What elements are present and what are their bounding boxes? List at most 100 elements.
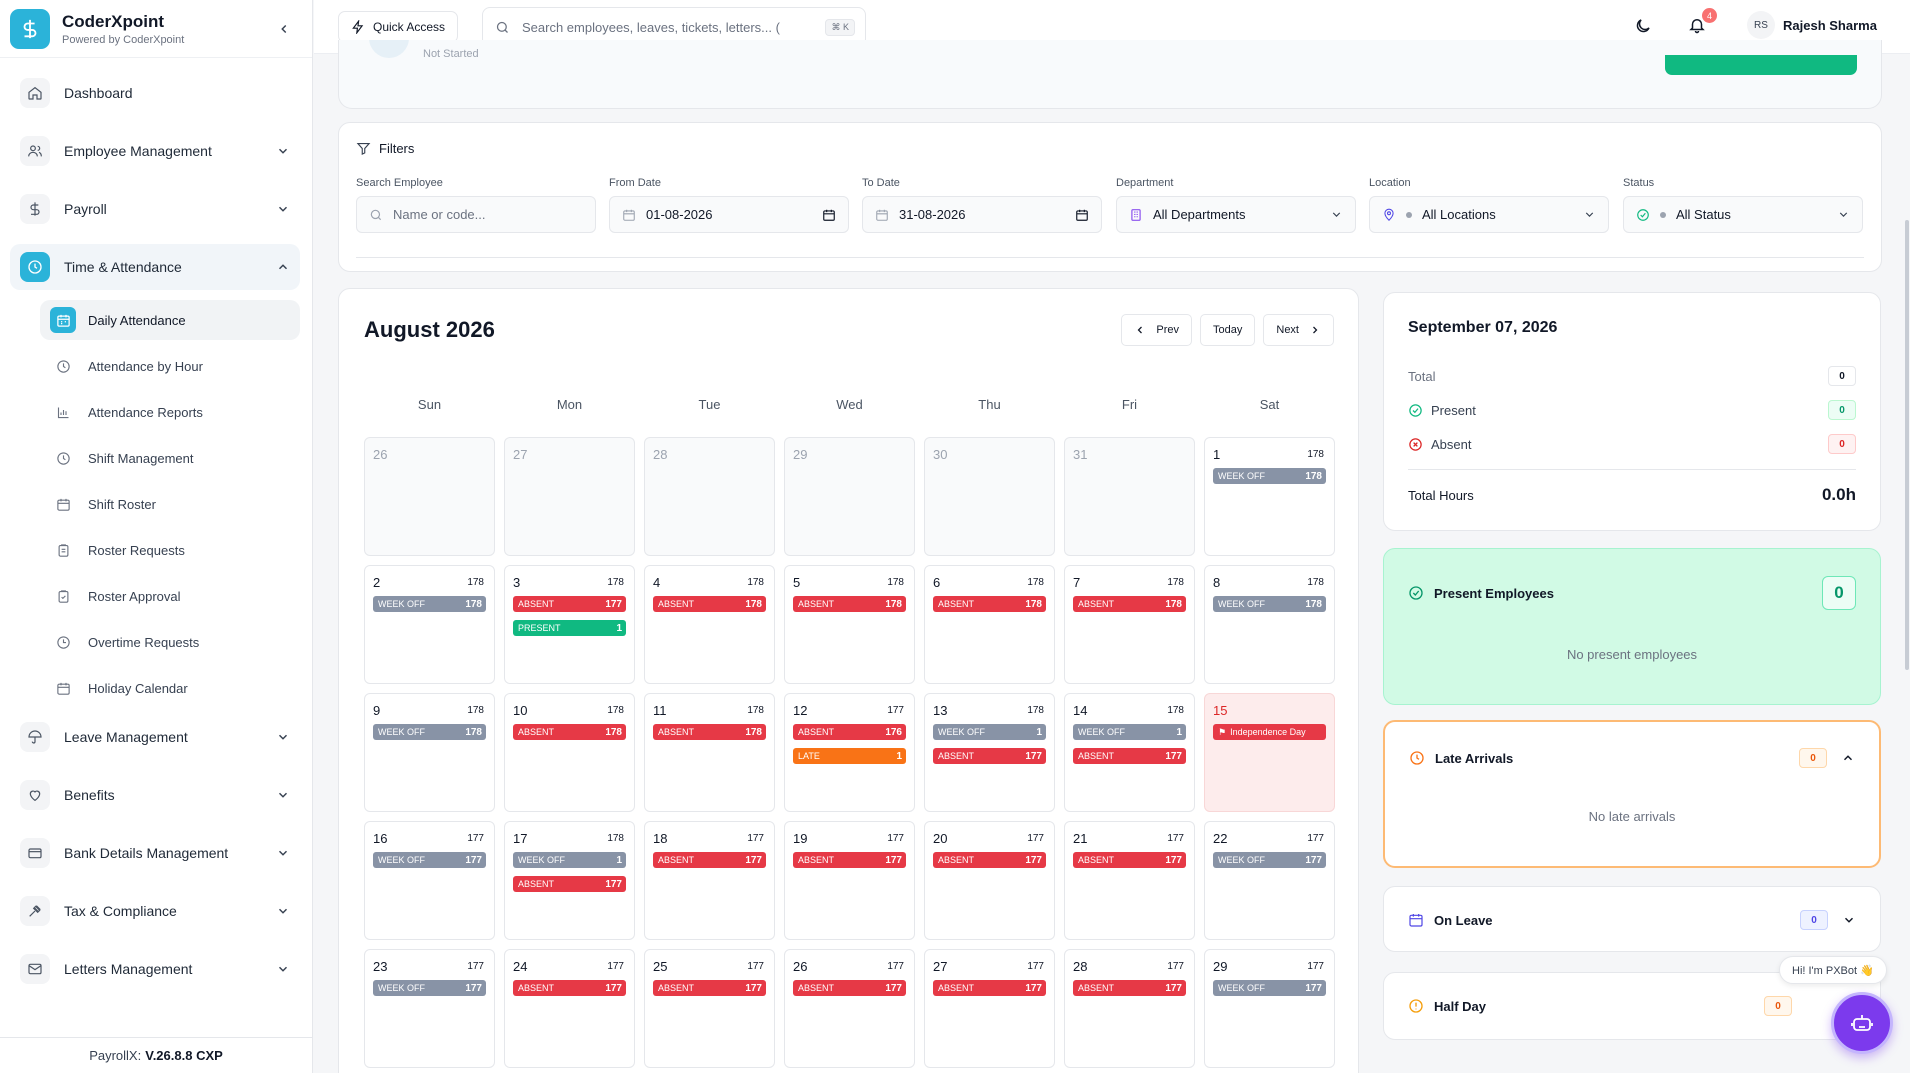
date-picker-icon[interactable] <box>1075 208 1089 222</box>
calendar-day[interactable]: 27 177 ABSENT 177 <box>924 949 1055 1068</box>
location-select[interactable]: All Locations <box>1369 196 1609 233</box>
subnav-attendance-by-hour[interactable]: Attendance by Hour <box>40 346 300 386</box>
calendar-day[interactable]: 20 177 ABSENT 177 <box>924 821 1055 940</box>
check-in-button[interactable] <box>1665 55 1857 75</box>
status-chip-weekoff[interactable]: WEEK OFF 177 <box>373 852 486 868</box>
nav-tax-compliance[interactable]: Tax & Compliance <box>10 888 300 934</box>
calendar-day[interactable]: 18 177 ABSENT 177 <box>644 821 775 940</box>
calendar-day[interactable]: 21 177 ABSENT 177 <box>1064 821 1195 940</box>
next-month-button[interactable]: Next <box>1263 314 1334 346</box>
subnav-overtime-requests[interactable]: Overtime Requests <box>40 622 300 662</box>
calendar-day[interactable]: 5 178 ABSENT 178 <box>784 565 915 684</box>
calendar-day[interactable]: 16 177 WEEK OFF 177 <box>364 821 495 940</box>
quick-access-button[interactable]: Quick Access <box>338 11 459 43</box>
prev-month-button[interactable]: Prev <box>1121 314 1193 346</box>
status-chip-absent[interactable]: ABSENT 177 <box>653 980 766 996</box>
status-chip-absent[interactable]: ABSENT 177 <box>793 852 906 868</box>
calendar-day[interactable]: 25 177 ABSENT 177 <box>644 949 775 1068</box>
status-select[interactable]: All Status <box>1623 196 1863 233</box>
status-chip-weekoff[interactable]: WEEK OFF 177 <box>1213 980 1326 996</box>
status-chip-weekoff[interactable]: WEEK OFF 177 <box>373 980 486 996</box>
calendar-day[interactable]: 28 177 ABSENT 177 <box>1064 949 1195 1068</box>
chevron-up-icon[interactable] <box>1841 751 1855 765</box>
calendar-day[interactable]: 23 177 WEEK OFF 177 <box>364 949 495 1068</box>
subnav-shift-roster[interactable]: Shift Roster <box>40 484 300 524</box>
page-scrollbar[interactable] <box>1905 220 1909 670</box>
status-chip-absent[interactable]: ABSENT 178 <box>1073 596 1186 612</box>
subnav-daily-attendance[interactable]: Daily Attendance <box>40 300 300 340</box>
calendar-day[interactable]: 4 178 ABSENT 178 <box>644 565 775 684</box>
calendar-day[interactable]: 26 177 ABSENT 177 <box>784 949 915 1068</box>
calendar-day[interactable]: 7 178 ABSENT 178 <box>1064 565 1195 684</box>
status-chip-weekoff[interactable]: WEEK OFF 178 <box>373 596 486 612</box>
status-chip-absent[interactable]: ABSENT 177 <box>513 876 626 892</box>
status-chip-absent[interactable]: ABSENT 177 <box>1073 852 1186 868</box>
status-chip-absent[interactable]: ABSENT 178 <box>513 724 626 740</box>
calendar-day[interactable]: 24 177 ABSENT 177 <box>504 949 635 1068</box>
holiday-badge[interactable]: ⚑ Independence Day <box>1213 724 1326 740</box>
status-chip-present[interactable]: PRESENT 1 <box>513 620 626 636</box>
nav-payroll[interactable]: Payroll <box>10 186 300 232</box>
nav-time-attendance[interactable]: Time & Attendance <box>10 244 300 290</box>
status-chip-weekoff[interactable]: WEEK OFF 1 <box>933 724 1046 740</box>
status-chip-weekoff[interactable]: WEEK OFF 178 <box>373 724 486 740</box>
bot-greeting[interactable]: Hi! I'm PXBot 👋 <box>1779 956 1887 984</box>
nav-employee-management[interactable]: Employee Management <box>10 128 300 174</box>
status-chip-absent[interactable]: ABSENT 177 <box>933 852 1046 868</box>
status-chip-absent[interactable]: ABSENT 178 <box>653 724 766 740</box>
calendar-day[interactable]: 14 178 WEEK OFF 1 ABSENT 177 <box>1064 693 1195 812</box>
late-arrivals-header[interactable]: Late Arrivals 0 <box>1409 748 1855 768</box>
nav-leave-management[interactable]: Leave Management <box>10 714 300 760</box>
status-chip-weekoff[interactable]: WEEK OFF 1 <box>1073 724 1186 740</box>
calendar-day[interactable]: 29 <box>784 437 915 556</box>
subnav-holiday-calendar[interactable]: Holiday Calendar <box>40 668 300 708</box>
status-chip-absent[interactable]: ABSENT 177 <box>653 852 766 868</box>
calendar-day[interactable]: 6 178 ABSENT 178 <box>924 565 1055 684</box>
status-chip-weekoff[interactable]: WEEK OFF 177 <box>1213 852 1326 868</box>
calendar-day[interactable]: 11 178 ABSENT 178 <box>644 693 775 812</box>
department-select[interactable]: All Departments <box>1116 196 1356 233</box>
dark-mode-toggle-icon[interactable] <box>1634 17 1652 35</box>
calendar-day[interactable]: 9 178 WEEK OFF 178 <box>364 693 495 812</box>
status-chip-absent[interactable]: ABSENT 177 <box>513 596 626 612</box>
chevron-down-icon[interactable] <box>1842 913 1856 927</box>
on-leave-header[interactable]: On Leave 0 <box>1408 910 1856 930</box>
calendar-day[interactable]: 19 177 ABSENT 177 <box>784 821 915 940</box>
calendar-day[interactable]: 22 177 WEEK OFF 177 <box>1204 821 1335 940</box>
calendar-day[interactable]: 27 <box>504 437 635 556</box>
status-chip-absent[interactable]: ABSENT 177 <box>513 980 626 996</box>
status-chip-absent[interactable]: ABSENT 178 <box>653 596 766 612</box>
calendar-day[interactable]: 10 178 ABSENT 178 <box>504 693 635 812</box>
calendar-day[interactable]: 8 178 WEEK OFF 178 <box>1204 565 1335 684</box>
calendar-day[interactable]: 31 <box>1064 437 1195 556</box>
calendar-day[interactable]: 12 177 ABSENT 176 LATE 1 <box>784 693 915 812</box>
nav-letters-management[interactable]: Letters Management <box>10 946 300 992</box>
calendar-day[interactable]: 13 178 WEEK OFF 1 ABSENT 177 <box>924 693 1055 812</box>
status-chip-absent[interactable]: ABSENT 178 <box>793 596 906 612</box>
collapse-sidebar-button[interactable] <box>272 17 296 41</box>
nav-benefits[interactable]: Benefits <box>10 772 300 818</box>
status-chip-weekoff[interactable]: WEEK OFF 1 <box>513 852 626 868</box>
half-day-header[interactable]: Half Day 0 <box>1408 996 1856 1016</box>
calendar-day[interactable]: 1 178 WEEK OFF 178 <box>1204 437 1335 556</box>
status-chip-absent[interactable]: ABSENT 177 <box>1073 980 1186 996</box>
calendar-day[interactable]: 2 178 WEEK OFF 178 <box>364 565 495 684</box>
status-chip-absent[interactable]: ABSENT 177 <box>1073 748 1186 764</box>
from-date-input[interactable]: 01-08-2026 <box>609 196 849 233</box>
calendar-day[interactable]: 28 <box>644 437 775 556</box>
calendar-day[interactable]: 29 177 WEEK OFF 177 <box>1204 949 1335 1068</box>
user-menu[interactable]: RS Rajesh Sharma <box>1747 11 1877 39</box>
subnav-attendance-reports[interactable]: Attendance Reports <box>40 392 300 432</box>
status-chip-absent[interactable]: ABSENT 177 <box>933 980 1046 996</box>
status-chip-weekoff[interactable]: WEEK OFF 178 <box>1213 596 1326 612</box>
calendar-day[interactable]: 26 <box>364 437 495 556</box>
calendar-day[interactable]: 17 178 WEEK OFF 1 ABSENT 177 <box>504 821 635 940</box>
date-picker-icon[interactable] <box>822 208 836 222</box>
status-chip-absent[interactable]: ABSENT 177 <box>933 748 1046 764</box>
status-chip-late[interactable]: LATE 1 <box>793 748 906 764</box>
subnav-roster-approval[interactable]: Roster Approval <box>40 576 300 616</box>
status-chip-weekoff[interactable]: WEEK OFF 178 <box>1213 468 1326 484</box>
search-employee-input[interactable]: Name or code... <box>356 196 596 233</box>
status-chip-absent[interactable]: ABSENT 176 <box>793 724 906 740</box>
subnav-roster-requests[interactable]: Roster Requests <box>40 530 300 570</box>
